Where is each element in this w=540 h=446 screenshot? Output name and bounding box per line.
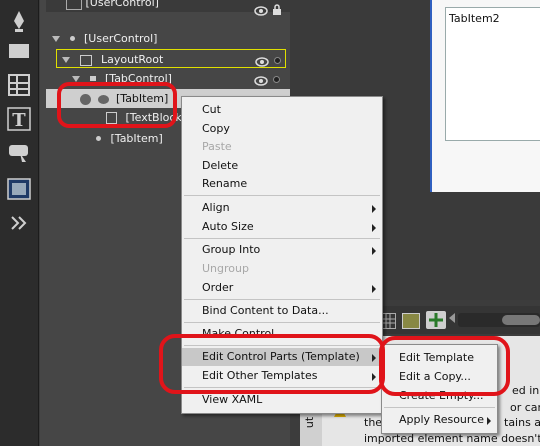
tabitem-icon (96, 135, 101, 141)
pen-tool-icon[interactable] (6, 8, 32, 34)
menu-item-bind-content[interactable]: Bind Content to Data... (182, 302, 382, 320)
text-tool-icon[interactable]: T (6, 106, 32, 132)
tree-label: LayoutRoot (101, 53, 164, 66)
grid-icon (79, 54, 92, 66)
submenu-arrow-icon (372, 205, 376, 213)
message-line-3-suffix: tains at le (504, 416, 540, 429)
tree-label: [TabItem] (110, 132, 163, 145)
menu-item-rename[interactable]: Rename (182, 175, 382, 193)
submenu-item-apply-resource[interactable]: Apply Resource (382, 411, 497, 429)
tabcontrol-icon (89, 75, 96, 81)
menu-separator (184, 195, 380, 196)
submenu-arrow-icon (372, 247, 376, 255)
scope-icon (66, 0, 82, 10)
menu-item-delete[interactable]: Delete (182, 157, 382, 175)
assets-tool-icon[interactable] (6, 176, 32, 202)
snap-to-snaplines-icon[interactable] (426, 311, 446, 329)
rectangle-tool-icon[interactable] (6, 38, 32, 64)
lock-icon[interactable] (272, 3, 282, 22)
element-icon (69, 35, 75, 41)
menu-item-copy[interactable]: Copy (182, 120, 382, 138)
menu-item-label: Group Into (202, 243, 261, 256)
grid-layout-tool-icon[interactable] (6, 72, 32, 98)
menu-separator (184, 299, 380, 300)
highlight-ring-tabitem (57, 82, 177, 128)
menu-item-order[interactable]: Order (182, 279, 382, 297)
lock-toggle-dot[interactable] (273, 76, 280, 83)
submenu-arrow-icon (372, 224, 376, 232)
toolbox: T (0, 0, 39, 446)
menu-item-group-into[interactable]: Group Into (182, 241, 382, 259)
root-scope-row[interactable]: [UserControl] (46, 0, 290, 16)
submenu-arrow-icon (372, 285, 376, 293)
tab-item-preview-label: TabItem2 (449, 12, 500, 25)
menu-item-cut[interactable]: Cut (182, 101, 382, 119)
expand-tools-icon[interactable] (6, 210, 32, 236)
tab-item-preview[interactable]: TabItem2 (445, 7, 540, 141)
menu-item-auto-size[interactable]: Auto Size (182, 218, 382, 236)
snap-to-gridlines-icon[interactable] (402, 313, 420, 329)
menu-separator (384, 407, 495, 408)
output-tab-label: ut (303, 416, 317, 429)
scroll-left-arrow-icon[interactable] (449, 313, 455, 323)
menu-item-label: Align (202, 201, 230, 214)
message-line-1: ed in the (512, 384, 540, 397)
tree-label: [UserControl] (84, 32, 158, 45)
menu-item-ungroup[interactable]: Ungroup (182, 260, 382, 278)
tree-row-usercontrol[interactable]: [UserControl] (46, 29, 290, 48)
menu-item-paste[interactable]: Paste (182, 138, 382, 156)
highlight-ring-edit-template (379, 336, 510, 396)
control-tool-icon[interactable] (6, 140, 32, 166)
tree-row-layoutroot[interactable]: LayoutRoot (56, 49, 286, 68)
menu-item-label: Apply Resource (399, 413, 484, 426)
expand-arrow-icon[interactable] (62, 57, 70, 63)
message-line-2: or canno (510, 401, 540, 414)
submenu-arrow-icon (487, 417, 491, 425)
message-line-3-prefix: the (364, 416, 383, 429)
root-scope-label: [UserControl] (85, 0, 159, 9)
menu-item-label: Auto Size (202, 220, 254, 233)
visibility-eye-icon[interactable] (254, 3, 268, 22)
menu-item-align[interactable]: Align (182, 199, 382, 217)
scrollbar-thumb[interactable] (502, 315, 540, 325)
svg-text:T: T (12, 110, 26, 131)
menu-separator (184, 322, 380, 323)
expand-arrow-icon[interactable] (52, 36, 60, 42)
menu-item-label: Order (202, 281, 234, 294)
highlight-ring-edit-control-parts (159, 334, 385, 394)
lock-toggle-dot[interactable] (274, 57, 281, 64)
menu-separator (184, 238, 380, 239)
